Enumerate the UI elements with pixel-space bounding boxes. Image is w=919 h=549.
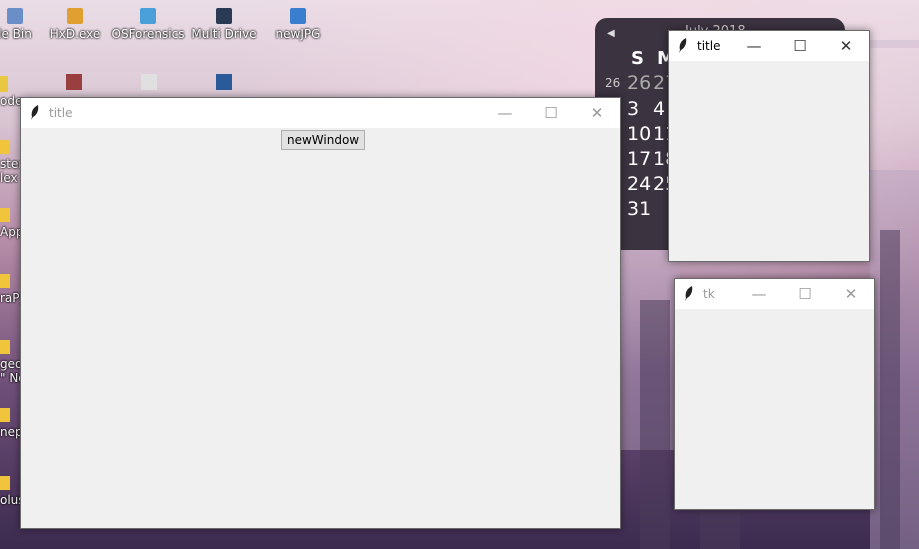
new-window-button[interactable]: newWindow: [281, 130, 366, 150]
desktop-icon[interactable]: OSForensics: [108, 8, 188, 41]
folder-icon: [0, 208, 10, 222]
desktop-icon-label: HxD.exe: [49, 27, 101, 41]
calendar-day[interactable]: 17: [627, 148, 651, 170]
minimize-button[interactable]: —: [736, 279, 782, 309]
calendar-day[interactable]: 24: [627, 173, 651, 195]
desktop-icon-label: OSForensics: [111, 27, 185, 41]
app-icon-1[interactable]: [66, 74, 82, 90]
folder-icon: [0, 476, 10, 490]
close-button[interactable]: ✕: [823, 31, 869, 61]
maximize-button[interactable]: ☐: [782, 279, 828, 309]
desktop-icon[interactable]: HxD.exe: [35, 8, 115, 41]
secondary-window-titlebar[interactable]: title — ☐ ✕: [669, 31, 869, 61]
folder-icon: [0, 140, 10, 154]
folder-icon: [0, 408, 10, 422]
calendar-prev-icon[interactable]: ◀: [607, 28, 615, 39]
calendar-week-number: 26: [605, 76, 621, 90]
recycle-bin-icon: [7, 8, 23, 24]
maximize-button[interactable]: ☐: [528, 98, 574, 128]
city-building: [880, 230, 900, 549]
folder-icon: [0, 340, 10, 354]
folder-icon: [0, 274, 10, 288]
app-icon-2[interactable]: [141, 74, 157, 90]
desktop-icon-label: ode: [0, 94, 23, 108]
close-button[interactable]: ✕: [574, 98, 620, 128]
calendar-day[interactable]: 3: [627, 98, 639, 120]
calendar-day[interactable]: 4: [653, 98, 665, 120]
hxd-icon: [67, 8, 83, 24]
desktop-icon[interactable]: newJPG: [258, 8, 338, 41]
calendar-day[interactable]: 10: [627, 123, 651, 145]
app-icon-3[interactable]: [216, 74, 232, 90]
desktop-icon-clipped[interactable]: ode: [0, 94, 22, 108]
desktop-icon-label: Multi Drive: [191, 27, 257, 41]
calendar-day[interactable]: 26: [627, 72, 651, 94]
window-title: title: [49, 106, 73, 120]
calendar-day-header: S: [631, 48, 644, 69]
minimize-button[interactable]: —: [731, 31, 777, 61]
secondary-window: title — ☐ ✕: [668, 30, 870, 262]
main-window-titlebar[interactable]: title — ☐ ✕: [21, 98, 620, 128]
window-title: tk: [703, 287, 715, 301]
city-building: [640, 300, 670, 549]
feather-icon: [679, 38, 687, 53]
maximize-button[interactable]: ☐: [777, 31, 823, 61]
app-icon-4[interactable]: [0, 76, 8, 92]
close-button[interactable]: ✕: [828, 279, 874, 309]
feather-icon: [685, 286, 693, 301]
calendar-day[interactable]: 31: [627, 198, 651, 220]
tk-window-titlebar[interactable]: tk — ☐ ✕: [675, 279, 874, 309]
tk-window: tk — ☐ ✕: [674, 278, 875, 510]
desktop-icon-label: newJPG: [275, 27, 321, 41]
multi-drive-icon: [216, 8, 232, 24]
window-title: title: [697, 39, 721, 53]
image-file-icon: [290, 8, 306, 24]
feather-icon: [31, 105, 39, 120]
minimize-button[interactable]: —: [482, 98, 528, 128]
main-window: title — ☐ ✕ newWindow: [20, 97, 621, 529]
osforensics-icon: [140, 8, 156, 24]
desktop-icon[interactable]: Multi Drive: [184, 8, 264, 41]
